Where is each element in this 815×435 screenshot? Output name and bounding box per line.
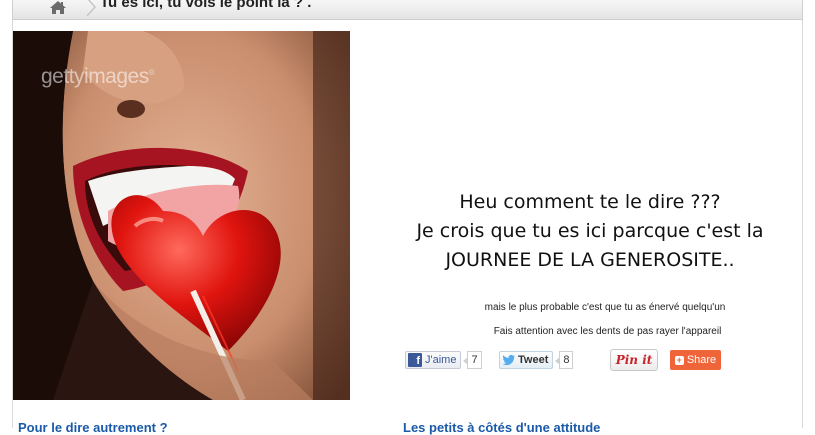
breadcrumb-current-page: Tu es ici, tu vois le point là ? . [100, 0, 312, 11]
facebook-like-widget: f J'aime 7 [405, 350, 482, 370]
facebook-like-label: J'aime [425, 354, 457, 366]
subtext-line-1: mais le plus probable c'est que tu as én… [484, 302, 726, 313]
headline-line-1: Heu comment te le dire ??? [459, 191, 721, 213]
twitter-bird-icon [502, 354, 515, 366]
headline-line-3: JOURNEE DE LA GENEROSITE.. [445, 249, 735, 271]
home-button[interactable] [35, 0, 81, 14]
tweet-label: Tweet [518, 354, 549, 366]
tweet-widget: Tweet 8 [499, 350, 574, 370]
lollipop-photo: gettyimages® [13, 31, 350, 400]
pin-it-label: Pin it [615, 353, 653, 367]
facebook-like-count: 7 [463, 351, 482, 369]
facebook-icon: f [408, 353, 422, 367]
pin-it-button[interactable]: Pin it [610, 349, 658, 371]
headline-line-2: Je crois que tu es ici parcque c'est la [416, 220, 764, 242]
headline: Heu comment te le dire ??? Je crois que … [380, 188, 800, 275]
share-label: Share [686, 354, 717, 366]
share-button[interactable]: + Share [670, 350, 721, 370]
watermark: gettyimages® [41, 65, 155, 88]
home-icon [50, 1, 66, 14]
tweet-button[interactable]: Tweet [499, 351, 554, 369]
tweet-count: 8 [555, 351, 574, 369]
facebook-like-button[interactable]: f J'aime [405, 351, 462, 369]
plus-icon: + [674, 354, 684, 365]
subtext-line-2: Fais attention avec les dents de pas ray… [493, 326, 722, 337]
